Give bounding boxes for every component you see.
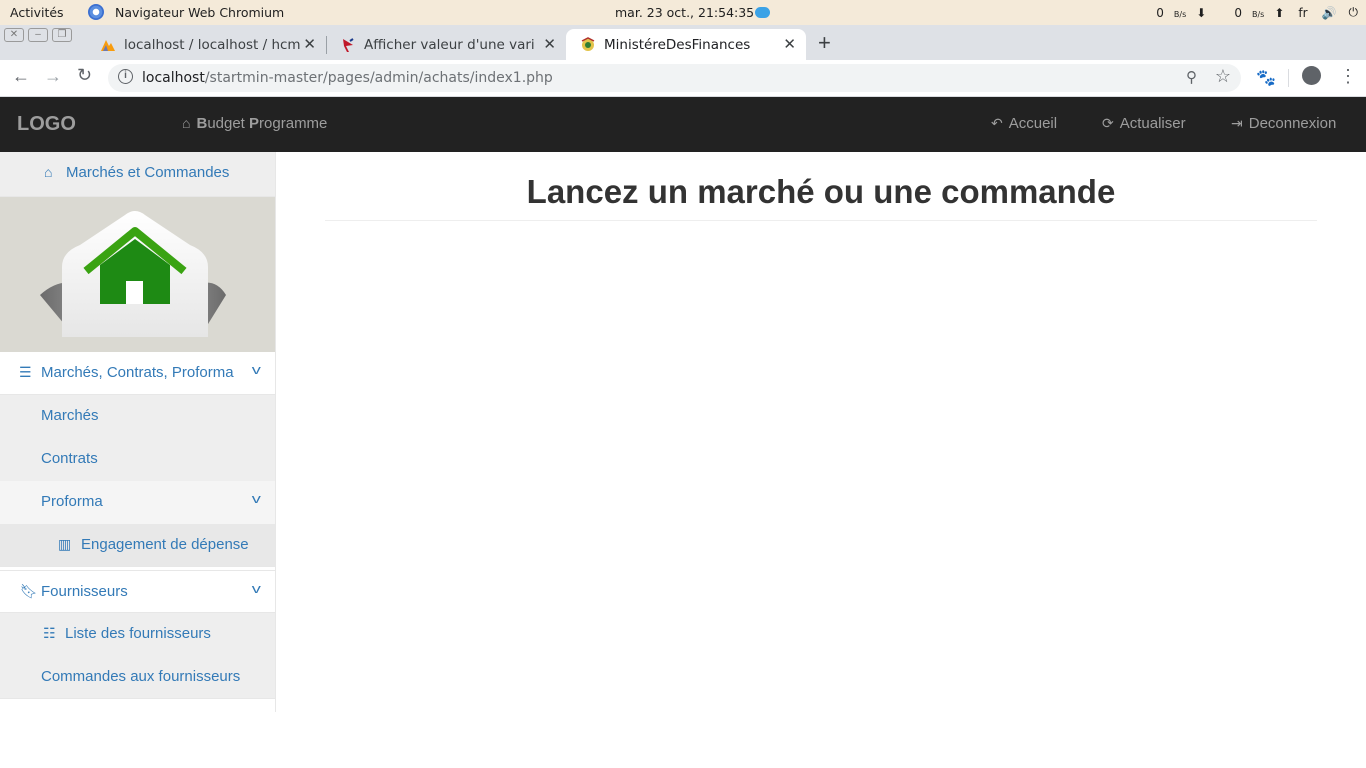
deconnexion-link[interactable]: ⇥ Deconnexion — [1231, 115, 1336, 132]
notification-icon — [755, 7, 771, 18]
browser-toolbar: ← → ↻ i localhost/startmin-master/pages/… — [0, 60, 1366, 97]
volume-icon[interactable]: 🔊 — [1322, 6, 1337, 20]
sidebar-item-label: Marchés et Commandes — [66, 164, 230, 181]
window-minimize-icon[interactable]: – — [28, 28, 48, 42]
extension-icon[interactable]: 🐾 — [1256, 68, 1276, 88]
activities-button[interactable]: Activités — [10, 5, 64, 20]
bookmark-icon: 🔖︎ — [20, 583, 38, 599]
toolbar-divider — [1288, 69, 1289, 87]
tab-title: localhost / localhost / hcm — [124, 36, 300, 53]
sidebar-item-label: Marchés — [41, 407, 99, 424]
window-controls: ✕ – ❐ — [4, 28, 72, 42]
clock[interactable]: mar. 23 oct., 21:54:35 — [615, 5, 771, 20]
bar-chart-icon: ▥ — [58, 536, 72, 552]
reply-icon: ↶ — [991, 115, 1003, 131]
refresh-icon: ⟳ — [1102, 115, 1114, 131]
window-close-icon[interactable]: ✕ — [4, 28, 24, 42]
home-icon: ⌂ — [44, 164, 53, 180]
site-info-icon[interactable]: i — [118, 69, 133, 84]
sidebar-item-proforma[interactable]: Proforma v — [0, 481, 275, 524]
sign-out-icon: ⇥ — [1231, 115, 1243, 131]
page-title: Lancez un marché ou une commande — [526, 173, 1116, 210]
browser-tab-strip: ✕ – ❐ localhost / localhost / hcm ✕ Affi… — [0, 25, 1366, 60]
sidebar-item-liste-fournisseurs[interactable]: ☷ Liste des fournisseurs — [0, 613, 275, 656]
arrow-up-icon: ⬆ — [1274, 5, 1285, 20]
system-tray[interactable]: 0 B/s ⬇ 0 B/s ⬆ fr 🔊 ⏻ — [1156, 0, 1366, 25]
sidebar-item-marches[interactable]: Marchés — [0, 395, 275, 438]
forward-icon[interactable]: → — [44, 66, 62, 87]
tab-phpmyadmin[interactable]: localhost / localhost / hcm ✕ — [86, 29, 326, 60]
sidebar-item-label: Liste des fournisseurs — [65, 625, 211, 642]
arrow-down-icon: ⬇ — [1196, 5, 1207, 20]
chevron-down-icon: v — [251, 362, 261, 377]
language-indicator[interactable]: fr — [1298, 6, 1307, 20]
os-top-bar: Activités Navigateur Web Chromium mar. 2… — [0, 0, 1366, 25]
sidebar-item-marches-contrats-proforma[interactable]: ☰ Marchés, Contrats, Proforma v — [0, 352, 275, 395]
home-logo-banner — [0, 197, 275, 352]
tab-ministere-des-finances[interactable]: MinistéreDesFinances ✕ — [566, 29, 806, 60]
app-navbar: LOGO ⌂ Budget Programme ↶ Accueil ⟳ Actuali… — [0, 97, 1366, 152]
window-maximize-icon[interactable]: ❐ — [52, 28, 72, 42]
tab-title: Afficher valeur d'une vari — [364, 36, 535, 53]
sidebar-item-label: Engagement de dépense — [81, 536, 249, 553]
bookmark-star-icon[interactable]: ☆ — [1215, 66, 1231, 87]
power-icon[interactable]: ⏻ — [1349, 5, 1359, 20]
sidebar-item-label: Commandes aux fournisseurs — [41, 668, 241, 685]
phpmyadmin-icon — [101, 39, 115, 51]
net-down-speed: 0 B/s — [1156, 5, 1187, 20]
sidebar-item-label: Fournisseurs — [41, 583, 128, 600]
brand-logo[interactable]: LOGO — [17, 113, 76, 136]
tab-close-icon[interactable]: ✕ — [783, 35, 796, 53]
sidebar-item-label: Contrats — [41, 450, 98, 467]
sidebar-item-commandes-fournisseurs[interactable]: Commandes aux fournisseurs — [0, 656, 275, 699]
sidebar: ⌂ Marchés et Commandes ☰ Marchés, Contra… — [0, 152, 276, 712]
tab-close-icon[interactable]: ✕ — [543, 35, 556, 53]
back-icon[interactable]: ← — [12, 66, 30, 87]
tab-afficher-valeur[interactable]: Afficher valeur d'une vari ✕ — [326, 29, 566, 60]
app-name: Navigateur Web Chromium — [115, 4, 285, 20]
net-up-speed: 0 B/s — [1234, 5, 1265, 20]
chevron-down-icon: v — [251, 581, 261, 596]
sidebar-item-contrats[interactable]: Contrats — [0, 438, 275, 481]
new-tab-button[interactable]: + — [818, 30, 831, 56]
sidebar-item-label: Proforma — [41, 493, 103, 510]
reload-icon[interactable]: ↻ — [77, 65, 92, 86]
tab-close-icon[interactable]: ✕ — [303, 35, 316, 53]
indent-list-icon: ☰ — [19, 364, 32, 380]
accueil-link[interactable]: ↶ Accueil — [991, 115, 1057, 132]
site-favicon — [343, 37, 354, 52]
url-text[interactable]: localhost/startmin-master/pages/admin/ac… — [142, 70, 553, 86]
sidebar-item-engagement-depense[interactable]: ▥ Engagement de dépense — [0, 524, 275, 567]
menu-kebab-icon[interactable]: ⋮ — [1339, 66, 1357, 87]
page-header: Lancez un marché ou une commande — [325, 174, 1317, 221]
zoom-icon[interactable]: ⚲ — [1186, 68, 1197, 86]
budget-programme-link[interactable]: ⌂ Budget Programme — [182, 115, 327, 132]
profile-avatar-icon[interactable] — [1302, 66, 1321, 85]
app-menu[interactable]: Navigateur Web Chromium — [88, 4, 284, 20]
chevron-down-icon: v — [251, 491, 261, 506]
home-icon: ⌂ — [182, 115, 191, 131]
sidebar-item-fournisseurs[interactable]: 🔖︎ Fournisseurs v — [0, 570, 275, 613]
house-logo-image — [40, 211, 226, 337]
chromium-icon — [88, 4, 104, 20]
tab-title: MinistéreDesFinances — [604, 36, 751, 53]
address-bar[interactable]: i localhost/startmin-master/pages/admin/… — [108, 64, 1241, 92]
sidebar-item-home[interactable]: ⌂ Marchés et Commandes — [0, 152, 275, 197]
sidebar-item-label: Marchés, Contrats, Proforma — [41, 364, 234, 381]
list-icon: ☷ — [43, 625, 56, 641]
actualiser-link[interactable]: ⟳ Actualiser — [1102, 115, 1186, 132]
emblem-favicon — [581, 36, 595, 51]
